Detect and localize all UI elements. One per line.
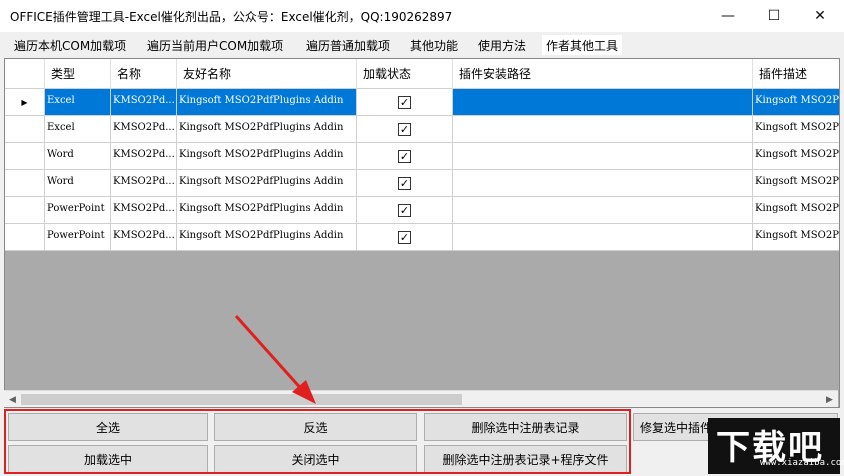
row-selector[interactable]	[5, 170, 45, 197]
menu-usage[interactable]: 使用方法	[478, 35, 526, 55]
header-description[interactable]: 插件描述	[753, 59, 839, 89]
cell-description[interactable]: Kingsoft MSO2P	[753, 224, 839, 251]
cell-load-status[interactable]: ✓	[357, 89, 453, 116]
cell-name[interactable]: KMSO2Pd...	[111, 197, 177, 224]
menu-bar: 遍历本机COM加载项 遍历当前用户COM加载项 遍历普通加载项 其他功能 使用方…	[0, 32, 844, 56]
header-load-status[interactable]: 加载状态	[357, 59, 453, 89]
delete-registry-button[interactable]: 删除选中注册表记录	[424, 413, 627, 441]
cell-load-status[interactable]: ✓	[357, 197, 453, 224]
load-status-checkbox[interactable]: ✓	[398, 203, 411, 217]
close-button[interactable]: ✕	[797, 0, 843, 32]
cell-load-status[interactable]: ✓	[357, 170, 453, 197]
horizontal-scrollbar[interactable]: ◀ ▶	[4, 390, 838, 407]
watermark-url: www.xiazaiba.com	[760, 458, 844, 468]
minimize-button[interactable]: —	[705, 0, 751, 32]
cell-type[interactable]: Word	[45, 170, 111, 197]
cell-type[interactable]: Word	[45, 143, 111, 170]
menu-other-functions[interactable]: 其他功能	[410, 35, 458, 55]
cell-friendly-name[interactable]: Kingsoft MSO2PdfPlugins Addin	[177, 89, 357, 116]
maximize-button[interactable]: ☐	[751, 0, 797, 32]
row-selector[interactable]	[5, 116, 45, 143]
invert-selection-button[interactable]: 反选	[214, 413, 417, 441]
table-row[interactable]: Word KMSO2Pd... Kingsoft MSO2PdfPlugins …	[5, 143, 839, 170]
cell-install-path[interactable]	[453, 89, 753, 116]
menu-author-tools[interactable]: 作者其他工具	[542, 35, 623, 55]
header-type[interactable]: 类型	[45, 59, 111, 89]
cell-description[interactable]: Kingsoft MSO2P	[753, 143, 839, 170]
cell-name[interactable]: KMSO2Pd...	[111, 224, 177, 251]
load-status-checkbox[interactable]: ✓	[398, 149, 411, 163]
cell-type[interactable]: Excel	[45, 116, 111, 143]
menu-scan-user-com[interactable]: 遍历当前用户COM加载项	[147, 35, 283, 55]
header-name[interactable]: 名称	[111, 59, 177, 89]
cell-description[interactable]: Kingsoft MSO2P	[753, 170, 839, 197]
table-row[interactable]: Word KMSO2Pd... Kingsoft MSO2PdfPlugins …	[5, 170, 839, 197]
table-row[interactable]: PowerPoint KMSO2Pd... Kingsoft MSO2PdfPl…	[5, 224, 839, 251]
scrollbar-thumb[interactable]	[21, 394, 462, 405]
load-status-checkbox[interactable]: ✓	[398, 95, 411, 109]
load-status-checkbox[interactable]: ✓	[398, 122, 411, 136]
cell-name[interactable]: KMSO2Pd...	[111, 116, 177, 143]
cell-type[interactable]: Excel	[45, 89, 111, 116]
scroll-right-icon[interactable]: ▶	[821, 391, 838, 408]
scroll-left-icon[interactable]: ◀	[4, 391, 21, 408]
current-row-arrow-icon: ▶	[21, 97, 28, 107]
close-selected-button[interactable]: 关闭选中	[214, 445, 417, 473]
cell-install-path[interactable]	[453, 116, 753, 143]
cell-friendly-name[interactable]: Kingsoft MSO2PdfPlugins Addin	[177, 224, 357, 251]
cell-friendly-name[interactable]: Kingsoft MSO2PdfPlugins Addin	[177, 143, 357, 170]
table-row[interactable]: PowerPoint KMSO2Pd... Kingsoft MSO2PdfPl…	[5, 197, 839, 224]
cell-load-status[interactable]: ✓	[357, 224, 453, 251]
cell-description[interactable]: Kingsoft MSO2P	[753, 89, 839, 116]
delete-registry-files-button[interactable]: 删除选中注册表记录+程序文件	[424, 445, 627, 473]
load-status-checkbox[interactable]: ✓	[398, 230, 411, 244]
cell-name[interactable]: KMSO2Pd...	[111, 89, 177, 116]
cell-install-path[interactable]	[453, 224, 753, 251]
cell-name[interactable]: KMSO2Pd...	[111, 143, 177, 170]
cell-type[interactable]: PowerPoint	[45, 224, 111, 251]
cell-friendly-name[interactable]: Kingsoft MSO2PdfPlugins Addin	[177, 116, 357, 143]
cell-type[interactable]: PowerPoint	[45, 197, 111, 224]
header-friendly-name[interactable]: 友好名称	[177, 59, 357, 89]
cell-install-path[interactable]	[453, 197, 753, 224]
select-all-button[interactable]: 全选	[8, 413, 208, 441]
title-bar: OFFICE插件管理工具-Excel催化剂出品，公众号：Excel催化剂，QQ:…	[0, 0, 844, 32]
grid-header-row: 类型 名称 友好名称 加载状态 插件安装路径 插件描述	[5, 59, 839, 89]
row-selector[interactable]	[5, 197, 45, 224]
header-install-path[interactable]: 插件安装路径	[453, 59, 753, 89]
row-selector[interactable]	[5, 143, 45, 170]
cell-install-path[interactable]	[453, 170, 753, 197]
menu-scan-machine-com[interactable]: 遍历本机COM加载项	[14, 35, 126, 55]
row-selector[interactable]: ▶	[5, 89, 45, 116]
window-title: OFFICE插件管理工具-Excel催化剂出品，公众号：Excel催化剂，QQ:…	[10, 10, 453, 24]
addin-grid: 类型 名称 友好名称 加载状态 插件安装路径 插件描述 ▶ Excel KMSO…	[4, 58, 840, 408]
load-selected-button[interactable]: 加载选中	[8, 445, 208, 473]
cell-description[interactable]: Kingsoft MSO2P	[753, 197, 839, 224]
cell-friendly-name[interactable]: Kingsoft MSO2PdfPlugins Addin	[177, 170, 357, 197]
load-status-checkbox[interactable]: ✓	[398, 176, 411, 190]
cell-friendly-name[interactable]: Kingsoft MSO2PdfPlugins Addin	[177, 197, 357, 224]
menu-scan-normal-addins[interactable]: 遍历普通加载项	[306, 35, 390, 55]
row-selector[interactable]	[5, 224, 45, 251]
table-row[interactable]: Excel KMSO2Pd... Kingsoft MSO2PdfPlugins…	[5, 116, 839, 143]
cell-load-status[interactable]: ✓	[357, 143, 453, 170]
cell-install-path[interactable]	[453, 143, 753, 170]
watermark-logo: 下载吧 www.xiazaiba.com	[708, 418, 844, 474]
table-row[interactable]: ▶ Excel KMSO2Pd... Kingsoft MSO2PdfPlugi…	[5, 89, 839, 116]
cell-name[interactable]: KMSO2Pd...	[111, 170, 177, 197]
cell-description[interactable]: Kingsoft MSO2P	[753, 116, 839, 143]
cell-load-status[interactable]: ✓	[357, 116, 453, 143]
header-row-selector	[5, 59, 45, 89]
